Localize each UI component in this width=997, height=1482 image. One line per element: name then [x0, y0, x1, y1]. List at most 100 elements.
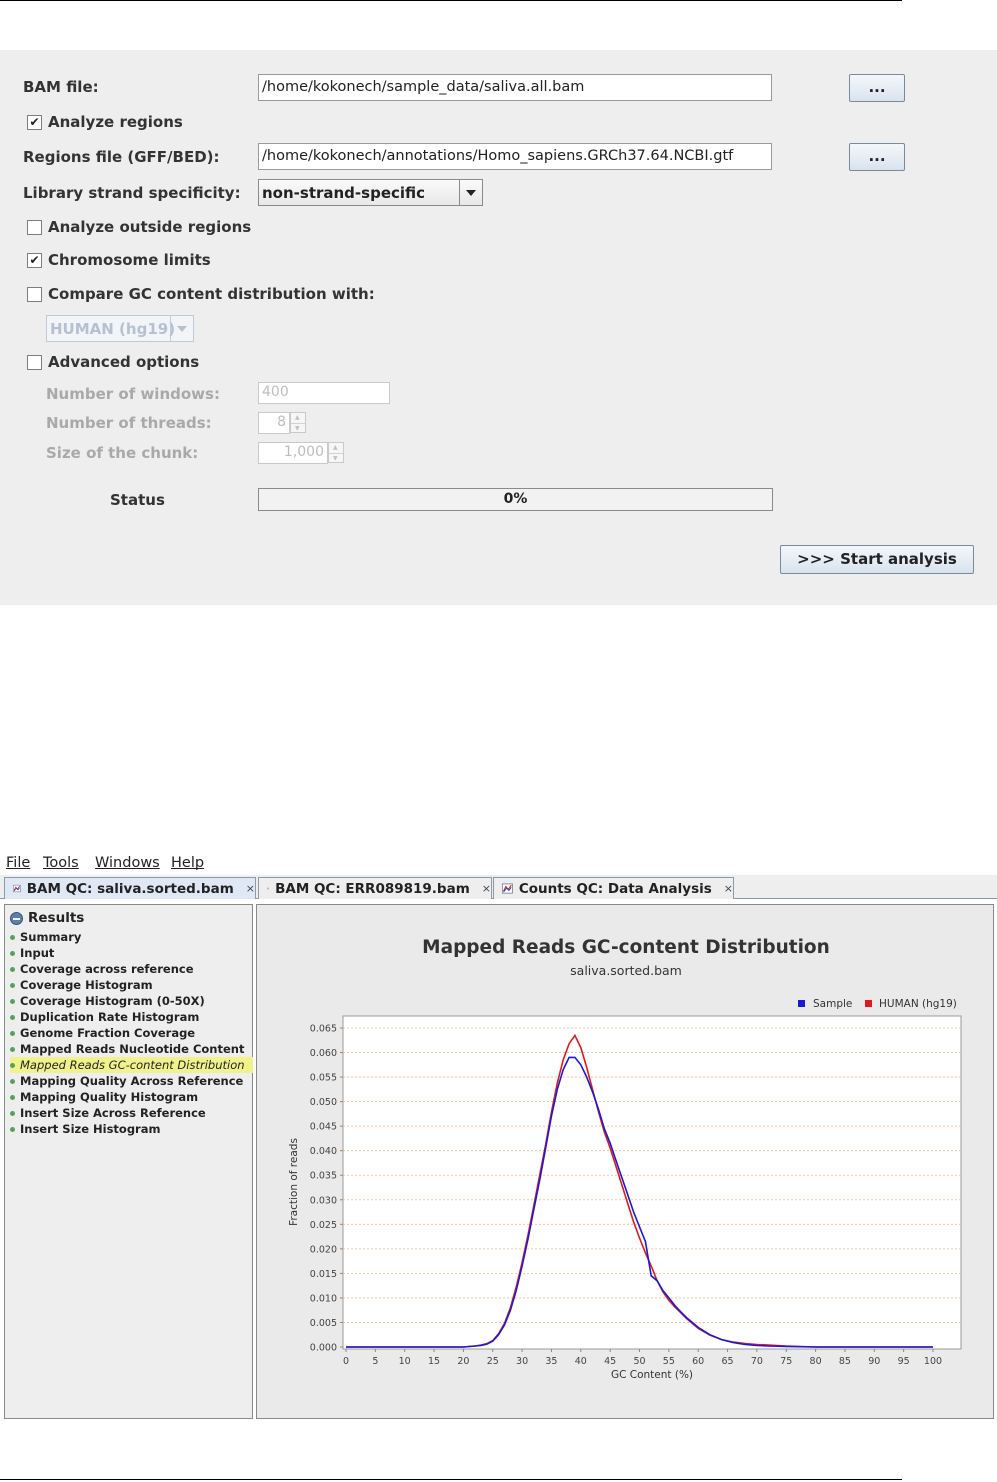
x-tick-label: 25 [487, 1356, 499, 1367]
tree-item[interactable]: Mapped Reads GC-content Distribution [10, 1057, 253, 1073]
tab-bam-qc-saliva[interactable]: BAM QC: saliva.sorted.bam × [4, 877, 256, 899]
legend-swatch-sample [798, 1000, 805, 1007]
close-icon[interactable]: × [246, 882, 255, 895]
x-tick-label: 70 [751, 1356, 763, 1367]
x-tick-label: 0 [343, 1356, 349, 1367]
bam-qc-dialog: BAM file: /home/kokonech/sample_data/sal… [0, 50, 997, 605]
analyze-regions-label: Analyze regions [48, 113, 183, 131]
bullet-icon [10, 982, 15, 988]
menu-windows[interactable]: Windows [95, 855, 160, 871]
bullet-icon [10, 1030, 15, 1036]
status-label: Status [110, 491, 165, 509]
tree-item[interactable]: Summary [10, 929, 253, 945]
tree-item-label: Coverage Histogram (0-50X) [20, 994, 205, 1008]
y-tick-label: 0.015 [310, 1269, 337, 1280]
menu-file[interactable]: File [6, 855, 30, 871]
advanced-options-label: Advanced options [48, 353, 200, 371]
tree-item[interactable]: Duplication Rate Histogram [10, 1009, 253, 1025]
chart-subtitle: saliva.sorted.bam [570, 963, 682, 978]
tree-item-label: Input [20, 946, 55, 960]
menu-bar: File Tools Windows Help [0, 853, 997, 875]
bottom-rule [0, 1479, 902, 1480]
y-tick-label: 0.060 [310, 1048, 337, 1059]
outside-regions-label: Analyze outside regions [48, 218, 252, 236]
threads-stepper[interactable]: ▲ ▼ [290, 412, 306, 433]
y-tick-label: 0.045 [310, 1122, 337, 1133]
menu-tools[interactable]: Tools [43, 855, 79, 871]
chunk-stepper[interactable]: ▲ ▼ [328, 442, 344, 463]
tree-item[interactable]: Mapping Quality Histogram [10, 1089, 253, 1105]
close-icon[interactable]: × [724, 882, 733, 895]
chromosome-limits-checkbox[interactable]: ✔ Chromosome limits [27, 251, 211, 269]
tree-item[interactable]: Input [10, 945, 253, 961]
tree-item-label: Mapped Reads GC-content Distribution [20, 1058, 245, 1072]
bullet-icon [10, 1126, 15, 1132]
x-tick-label: 50 [633, 1356, 645, 1367]
analyze-regions-box[interactable]: ✔ [27, 114, 42, 130]
bullet-icon [10, 966, 15, 972]
x-tick-label: 100 [924, 1356, 942, 1367]
advanced-options-box[interactable] [27, 354, 42, 370]
chart-icon [267, 887, 270, 890]
top-rule [0, 0, 902, 1]
y-tick-label: 0.065 [310, 1024, 337, 1035]
progress-bar: 0% [258, 488, 773, 511]
analyze-regions-checkbox[interactable]: ✔ Analyze regions [27, 113, 183, 131]
regions-file-field[interactable]: /home/kokonech/annotations/Homo_sapiens.… [258, 143, 772, 170]
tab-bam-qc-err089819[interactable]: BAM QC: ERR089819.bam × [258, 877, 492, 899]
tab-label: BAM QC: saliva.sorted.bam [26, 880, 234, 897]
compare-gc-checkbox[interactable]: Compare GC content distribution with: [27, 285, 375, 303]
results-tree-panel: Results Summary Input Coverage across refe… [4, 904, 253, 1419]
chunk-label: Size of the chunk: [46, 444, 199, 462]
chevron-down-icon[interactable] [459, 180, 482, 205]
tree-item[interactable]: Mapped Reads Nucleotide Content [10, 1041, 253, 1057]
tree-item-label: Mapping Quality Histogram [20, 1090, 199, 1104]
bullet-icon [10, 1110, 15, 1116]
x-tick-label: 40 [575, 1356, 587, 1367]
chart-icon [502, 883, 513, 894]
x-tick-label: 45 [604, 1356, 616, 1367]
compare-gc-box[interactable] [27, 286, 42, 302]
tree-item[interactable]: Insert Size Across Reference [10, 1105, 253, 1121]
tab-counts-qc[interactable]: Counts QC: Data Analysis × [493, 877, 734, 899]
bullet-icon [10, 1078, 15, 1084]
advanced-options-checkbox[interactable]: Advanced options [27, 353, 199, 371]
tree-item-label: Coverage Histogram [20, 978, 153, 992]
bam-file-field[interactable]: /home/kokonech/sample_data/saliva.all.ba… [258, 74, 772, 101]
threads-field[interactable]: 8 [258, 412, 290, 434]
x-tick-label: 60 [692, 1356, 704, 1367]
outside-regions-box[interactable] [27, 219, 42, 235]
regions-file-label: Regions file (GFF/BED): [23, 148, 220, 166]
tree-item[interactable]: Genome Fraction Coverage [10, 1025, 253, 1041]
results-tree-root[interactable]: Results [10, 910, 84, 926]
bullet-icon [10, 1046, 15, 1052]
outside-regions-checkbox[interactable]: Analyze outside regions [27, 218, 251, 236]
regions-browse-button[interactable]: ... [849, 143, 905, 171]
y-tick-label: 0.000 [310, 1343, 337, 1354]
strand-select[interactable]: non-strand-specific [258, 179, 483, 206]
genome-select[interactable]: HUMAN (hg19) [46, 315, 194, 342]
close-icon[interactable]: × [482, 882, 491, 895]
bam-file-label: BAM file: [23, 78, 99, 96]
x-tick-label: 85 [839, 1356, 851, 1367]
tree-item[interactable]: Coverage Histogram [10, 977, 253, 993]
collapse-icon[interactable] [10, 911, 23, 925]
chromosome-limits-box[interactable]: ✔ [27, 252, 42, 268]
chunk-field[interactable]: 1,000 [258, 442, 328, 464]
windows-field[interactable]: 400 [258, 382, 390, 404]
genome-select-value: HUMAN (hg19) [50, 320, 176, 338]
x-tick-label: 95 [898, 1356, 910, 1367]
tree-item-label: Mapping Quality Across Reference [20, 1074, 244, 1088]
tree-item[interactable]: Insert Size Histogram [10, 1121, 253, 1137]
tree-item[interactable]: Coverage across reference [10, 961, 253, 977]
tree-item[interactable]: Coverage Histogram (0-50X) [10, 993, 253, 1009]
tree-item[interactable]: Mapping Quality Across Reference [10, 1073, 253, 1089]
windows-label: Number of windows: [46, 385, 220, 403]
start-analysis-button[interactable]: >>> Start analysis [780, 545, 974, 574]
menu-help[interactable]: Help [171, 855, 204, 871]
chevron-down-icon[interactable] [170, 316, 193, 341]
bullet-icon [10, 1062, 15, 1068]
x-tick-label: 30 [516, 1356, 528, 1367]
y-tick-label: 0.035 [310, 1171, 337, 1182]
bam-browse-button[interactable]: ... [849, 74, 905, 102]
